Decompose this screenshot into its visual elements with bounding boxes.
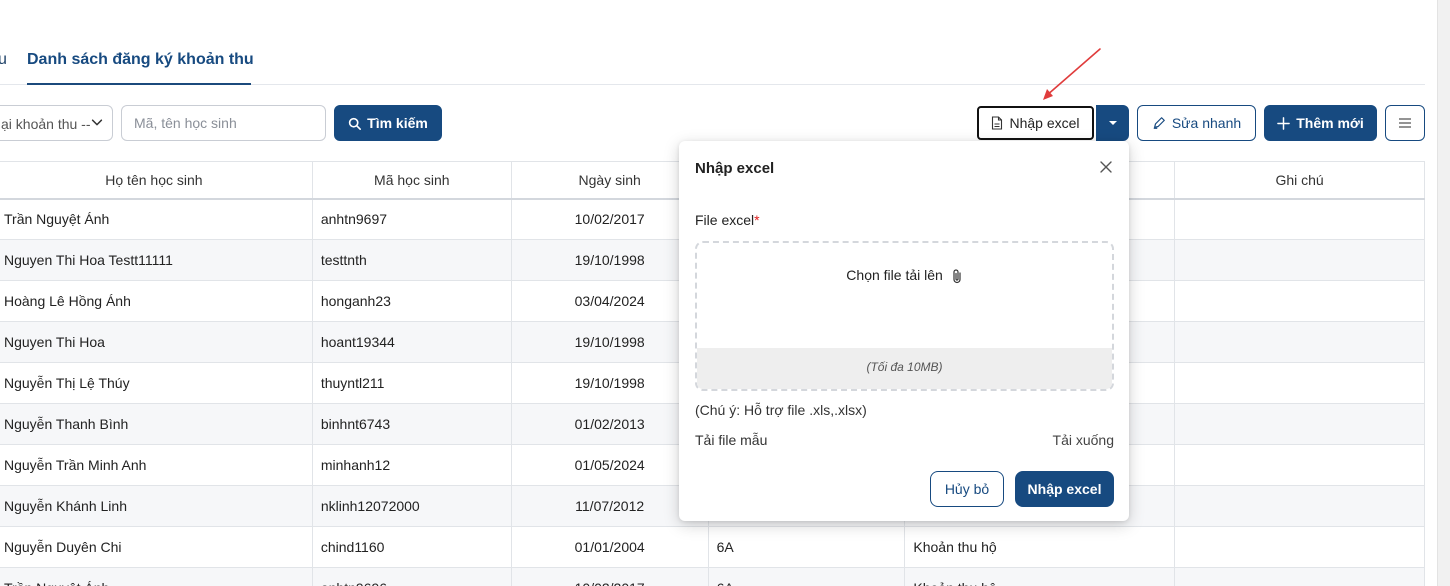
search-icon (348, 117, 362, 130)
supported-format-note: (Chú ý: Hỗ trợ file .xls,.xlsx) (695, 402, 867, 418)
file-field-label: File excel* (695, 212, 760, 228)
cell-notes (1174, 239, 1425, 281)
chevron-down-icon (91, 119, 103, 126)
active-tab-indicator (27, 83, 251, 85)
dropzone-prompt: Chọn file tải lên (697, 267, 1112, 284)
column-header-student-name: Họ tên học sinh (0, 161, 313, 200)
cell-student-name: Nguyen Thi Hoa Testt11111 (0, 239, 313, 281)
cell-student-code: honganh23 (311, 280, 512, 322)
import-excel-button[interactable]: Nhập excel (977, 106, 1094, 140)
cell-student-code: testtnth (311, 239, 512, 281)
cell-student-code: nklinh12072000 (311, 485, 512, 527)
cell-student-code: binhnt6743 (311, 403, 512, 445)
cell-date-of-birth: 01/01/2004 (510, 526, 709, 568)
column-header-student-code: Mã học sinh (311, 161, 512, 200)
cancel-button[interactable]: Hủy bỏ (930, 471, 1004, 507)
cell-student-code: anhtn9697 (311, 198, 512, 240)
search-input[interactable] (121, 105, 326, 141)
import-options-dropdown-button[interactable] (1096, 105, 1129, 141)
plus-icon (1277, 116, 1291, 130)
dropzone-prompt-text: Chọn file tải lên (846, 267, 943, 283)
cell-notes (1174, 321, 1425, 363)
cell-student-name: Nguyen Thi Hoa (0, 321, 313, 363)
dropzone-size-limit: (Tối đa 10MB) (697, 348, 1112, 389)
close-icon[interactable] (1097, 158, 1115, 176)
cell-student-code: minhanh12 (311, 444, 512, 486)
cell-student-code: thuyntl211 (311, 362, 512, 404)
quick-edit-button[interactable]: Sửa nhanh (1137, 105, 1256, 141)
caret-down-icon (1108, 121, 1117, 125)
cell-student-code: chind1160 (311, 526, 512, 568)
cancel-button-label: Hủy bỏ (944, 481, 990, 497)
cell-notes (1174, 362, 1425, 404)
add-new-button[interactable]: Thêm mới (1264, 105, 1377, 141)
cell-notes (1174, 444, 1425, 486)
cell-student-name: Trần Nguyệt Ánh (0, 567, 313, 586)
tab-previous[interactable]: u (0, 51, 7, 69)
import-excel-button-label: Nhập excel (1009, 115, 1080, 131)
add-new-button-label: Thêm mới (1296, 115, 1364, 131)
cell-student-code: anhtn9696 (311, 567, 512, 586)
page: u Danh sách đăng ký khoản thu ại khoản t… (0, 0, 1450, 586)
table-row[interactable]: Trần Nguyệt Ánh anhtn9696 10/02/2017 6A … (0, 567, 1425, 586)
download-template-link[interactable]: Tải xuống (1053, 432, 1114, 448)
submit-import-button-label: Nhập excel (1027, 481, 1102, 497)
cell-student-name: Nguyễn Duyên Chi (0, 526, 313, 568)
cell-notes (1174, 485, 1425, 527)
cell-student-name: Nguyễn Thanh Bình (0, 403, 313, 445)
search-button-label: Tìm kiếm (367, 115, 428, 131)
pencil-icon (1153, 117, 1165, 129)
cell-date-of-birth: 10/02/2017 (510, 567, 709, 586)
cell-fee: Khoản thu hộ (904, 567, 1176, 586)
template-label: Tải file mẫu (695, 432, 768, 448)
cell-notes (1174, 567, 1425, 586)
file-field-label-text: File excel (695, 212, 755, 228)
fee-type-select-value: ại khoản thu -- (1, 116, 91, 132)
paperclip-icon (953, 269, 961, 284)
cell-notes (1174, 198, 1425, 240)
vertical-scrollbar[interactable] (1437, 0, 1450, 586)
required-mark: * (754, 212, 760, 228)
cell-fee: Khoản thu hộ (904, 526, 1176, 568)
search-button[interactable]: Tìm kiếm (334, 105, 442, 141)
cell-student-name: Nguyễn Thị Lệ Thúy (0, 362, 313, 404)
submit-import-button[interactable]: Nhập excel (1015, 471, 1114, 507)
cell-student-name: Trần Nguyệt Ánh (0, 198, 313, 240)
file-dropzone[interactable]: Chọn file tải lên (Tối đa 10MB) (695, 241, 1114, 391)
menu-icon (1399, 118, 1411, 128)
annotation-arrow-icon (1043, 48, 1101, 100)
cell-notes (1174, 280, 1425, 322)
import-excel-modal: Nhập excel File excel* Chọn file tải lên… (679, 141, 1129, 521)
cell-student-code: hoant19344 (311, 321, 512, 363)
cell-class: 6A (707, 526, 906, 568)
tab-fee-registration-list[interactable]: Danh sách đăng ký khoản thu (27, 51, 254, 69)
tab-bar: u Danh sách đăng ký khoản thu (0, 44, 1425, 85)
cell-notes (1174, 403, 1425, 445)
column-header-notes: Ghi chú (1174, 161, 1425, 200)
file-icon (992, 116, 1003, 130)
more-menu-button[interactable] (1385, 105, 1425, 141)
cell-student-name: Nguyễn Trần Minh Anh (0, 444, 313, 486)
table-row[interactable]: Nguyễn Duyên Chi chind1160 01/01/2004 6A… (0, 526, 1425, 568)
cell-class: 6A (707, 567, 906, 586)
cell-notes (1174, 526, 1425, 568)
fee-type-select[interactable]: ại khoản thu -- (0, 105, 113, 141)
cell-student-name: Hoàng Lê Hồng Ánh (0, 280, 313, 322)
quick-edit-button-label: Sửa nhanh (1171, 115, 1242, 131)
cell-student-name: Nguyễn Khánh Linh (0, 485, 313, 527)
modal-title: Nhập excel (695, 160, 775, 177)
